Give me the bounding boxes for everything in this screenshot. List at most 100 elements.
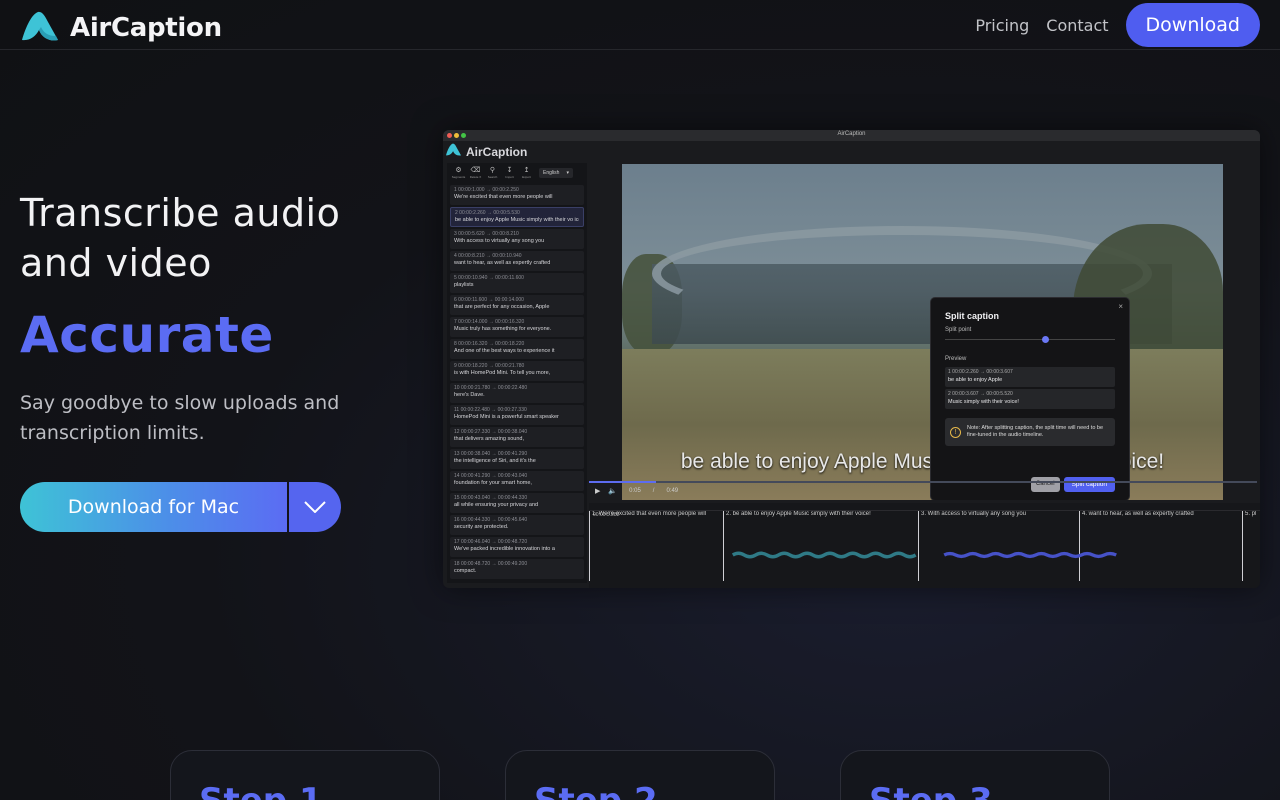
hero-title: Transcribe audio and video bbox=[20, 191, 341, 285]
caption-time: 13 00:00:38.040 → 00:00:41.290 bbox=[454, 451, 580, 458]
video-preview[interactable]: be able to enjoy Apple Music simply with… bbox=[622, 164, 1223, 500]
caption-item[interactable]: 15 00:00:43.040 → 00:00:44.330 all while … bbox=[450, 493, 584, 513]
caption-range: 00:00:16.320 → 00:00:18.220 bbox=[458, 341, 525, 347]
brand-name: AirCaption bbox=[70, 13, 222, 43]
export-icon: ↥ bbox=[523, 167, 530, 174]
audio-waveform bbox=[731, 551, 1117, 559]
caption-item[interactable]: 5 00:00:10.940 → 00:00:11.600 playlists bbox=[450, 273, 584, 293]
timeline-segment[interactable]: 2. be able to enjoy Apple Music simply w… bbox=[723, 511, 918, 581]
aircaption-logo-icon bbox=[20, 8, 60, 48]
import-tool[interactable]: ↧ Import bbox=[501, 167, 518, 179]
current-time: 0:05 bbox=[629, 488, 641, 494]
split-note: ! Note: After splitting caption, the spl… bbox=[945, 418, 1115, 446]
caption-item[interactable]: 3 00:00:5.620 → 00:00:8.210 With access t… bbox=[450, 229, 584, 249]
caption-item[interactable]: 4 00:00:8.210 → 00:00:10.940 want to hear… bbox=[450, 251, 584, 271]
close-icon[interactable]: × bbox=[1118, 302, 1123, 311]
caption-item[interactable]: 10 00:00:21.780 → 00:00:22.480 here's Dav… bbox=[450, 383, 584, 403]
volume-icon[interactable]: 🔈 bbox=[608, 487, 617, 495]
caption-item[interactable]: 14 00:00:41.290 → 00:00:43.040 foundation… bbox=[450, 471, 584, 491]
download-options-dropdown[interactable] bbox=[289, 482, 341, 532]
caption-sidebar: ⚙ Segments ⌫ Delete X ⚲ Search ↧ Import ↥ Exp… bbox=[447, 163, 587, 583]
preview-caption-range: 00:00:3.607 → 00:00:5.520 bbox=[952, 391, 1013, 397]
nav-link-pricing[interactable]: Pricing bbox=[975, 16, 1029, 35]
delete-tool[interactable]: ⌫ Delete X bbox=[467, 167, 484, 179]
preview-caption-range: 00:00:2.260 → 00:00:3.607 bbox=[952, 369, 1013, 375]
caption-text: We've packed incredible innovation into … bbox=[454, 546, 555, 552]
caption-list: 1 00:00:1.000 → 00:00:2.250 We're excited… bbox=[447, 185, 587, 579]
caption-time: 3 00:00:5.620 → 00:00:8.210 bbox=[454, 231, 580, 238]
caption-item[interactable]: 11 00:00:22.480 → 00:00:27.330 HomePod Mi… bbox=[450, 405, 584, 425]
caption-time: 9 00:00:18.220 → 00:00:21.780 bbox=[454, 363, 580, 370]
slider-knob[interactable] bbox=[1041, 336, 1049, 343]
caption-time: 15 00:00:43.040 → 00:00:44.330 bbox=[454, 495, 580, 502]
download-for-mac-button[interactable]: Download for Mac bbox=[20, 482, 287, 532]
timeline-segment[interactable]: 4. want to hear, as well as expertly cra… bbox=[1079, 511, 1242, 581]
caption-number: 7 bbox=[454, 319, 457, 325]
preview-caption-time: 2 00:00:3.607 → 00:00:5.520 bbox=[948, 391, 1112, 398]
timeline-segment[interactable]: 5. pl bbox=[1242, 511, 1260, 581]
caption-time: 10 00:00:21.780 → 00:00:22.480 bbox=[454, 385, 580, 392]
caption-text: the intelligence of Siri, and it's the bbox=[454, 458, 536, 464]
caption-number: 2 bbox=[455, 210, 458, 216]
step-card-3: Step 3 bbox=[840, 750, 1110, 800]
caption-number: 5 bbox=[454, 275, 457, 281]
caption-item[interactable]: 2 00:00:2.260 → 00:00:5.530 be able to en… bbox=[450, 207, 584, 227]
language-select[interactable]: English ▾ bbox=[539, 168, 573, 178]
window-titlebar: AirCaption bbox=[443, 130, 1260, 141]
caption-item[interactable]: 12 00:00:27.330 → 00:00:38.040 that deliv… bbox=[450, 427, 584, 447]
app-screenshot: AirCaption AirCaption ⚙ Segments ⌫ Delete … bbox=[443, 130, 1260, 588]
caption-item[interactable]: 18 00:00:48.720 → 00:00:49.200 compact. bbox=[450, 559, 584, 579]
timeline-segment[interactable]: 3. With access to virtually any song you bbox=[918, 511, 1079, 581]
brand-logo[interactable]: AirCaption bbox=[20, 8, 222, 48]
timeline-segment[interactable]: 1. We're excited that even more people w… bbox=[589, 511, 723, 581]
caption-item[interactable]: 9 00:00:18.220 → 00:00:21.780 is with Hom… bbox=[450, 361, 584, 381]
caption-range: 00:00:14.000 → 00:00:16.320 bbox=[458, 319, 525, 325]
tool-label: Export bbox=[522, 175, 531, 179]
caption-item[interactable]: 6 00:00:11.600 → 00:00:14.000 that are pe… bbox=[450, 295, 584, 315]
segments-tool[interactable]: ⚙ Segments bbox=[450, 167, 467, 179]
window-title: AirCaption bbox=[837, 131, 866, 137]
caption-number: 3 bbox=[454, 231, 457, 237]
preview-label: Preview bbox=[945, 356, 967, 362]
caption-range: 00:00:11.600 → 00:00:14.000 bbox=[458, 297, 524, 303]
caption-item[interactable]: 16 00:00:44.330 → 00:00:45.640 security a… bbox=[450, 515, 584, 535]
caption-number: 11 bbox=[454, 407, 460, 413]
step-card-2: Step 2 bbox=[505, 750, 775, 800]
preview-caption-number: 2 bbox=[948, 391, 951, 397]
app-logo-icon bbox=[445, 142, 462, 162]
caption-item[interactable]: 8 00:00:16.320 → 00:00:18.220 And one of … bbox=[450, 339, 584, 359]
caption-number: 9 bbox=[454, 363, 457, 369]
search-tool[interactable]: ⚲ Search bbox=[484, 167, 501, 179]
search-icon: ⚲ bbox=[489, 167, 496, 174]
download-cta-group: Download for Mac bbox=[20, 482, 341, 532]
caption-number: 1 bbox=[454, 187, 457, 193]
caption-time: 12 00:00:27.330 → 00:00:38.040 bbox=[454, 429, 580, 436]
language-value: English bbox=[543, 170, 560, 176]
warning-icon: ! bbox=[950, 426, 961, 438]
caption-time: 2 00:00:2.260 → 00:00:5.530 bbox=[455, 210, 579, 217]
caption-text: that delivers amazing sound, bbox=[454, 436, 525, 442]
caption-number: 16 bbox=[454, 517, 460, 523]
caption-text: With access to virtually any song you bbox=[454, 238, 545, 244]
tool-label: Import bbox=[505, 175, 514, 179]
caption-text: Music truly has something for everyone. bbox=[454, 326, 552, 332]
app-header: AirCaption bbox=[443, 141, 1260, 163]
export-tool[interactable]: ↥ Export bbox=[518, 167, 535, 179]
play-icon[interactable]: ▶ bbox=[595, 487, 600, 495]
caption-range: 00:00:10.940 → 00:00:11.600 bbox=[458, 275, 524, 281]
audio-timeline[interactable]: 00:00:5.282 1. We're excited that even m… bbox=[589, 503, 1260, 588]
trash-icon: ⌫ bbox=[470, 167, 481, 174]
caption-item[interactable]: 1 00:00:1.000 → 00:00:2.250 We're excited… bbox=[450, 185, 584, 205]
split-caption-dialog: × Split caption Split point Preview 1 00… bbox=[930, 297, 1130, 500]
caption-range: 00:00:18.220 → 00:00:21.780 bbox=[458, 363, 525, 369]
caption-item[interactable]: 13 00:00:38.040 → 00:00:41.290 the intell… bbox=[450, 449, 584, 469]
split-point-slider[interactable] bbox=[945, 333, 1115, 347]
caption-item[interactable]: 7 00:00:14.000 → 00:00:16.320 Music truly… bbox=[450, 317, 584, 337]
caption-time: 16 00:00:44.330 → 00:00:45.640 bbox=[454, 517, 580, 524]
caption-range: 00:00:21.780 → 00:00:22.480 bbox=[460, 385, 528, 391]
caption-time: 14 00:00:41.290 → 00:00:43.040 bbox=[454, 473, 580, 480]
nav-link-contact[interactable]: Contact bbox=[1046, 16, 1108, 35]
caption-item[interactable]: 17 00:00:46.040 → 00:00:48.720 We've pack… bbox=[450, 537, 584, 557]
caption-time: 1 00:00:1.000 → 00:00:2.250 bbox=[454, 187, 580, 194]
nav-download-button[interactable]: Download bbox=[1125, 3, 1260, 47]
